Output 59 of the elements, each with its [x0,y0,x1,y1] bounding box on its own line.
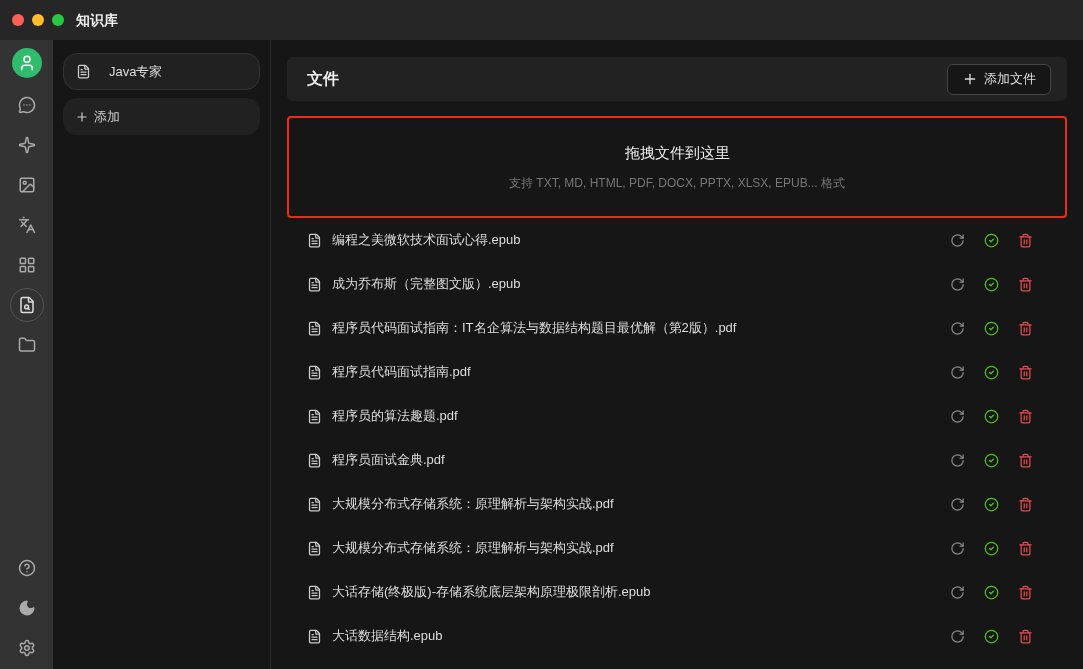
file-icon [307,452,322,468]
delete-icon[interactable] [1018,364,1033,380]
settings-icon[interactable] [17,639,36,657]
add-file-button[interactable]: 添加文件 [947,63,1051,95]
refresh-icon[interactable] [950,408,965,424]
delete-icon[interactable] [1018,320,1033,336]
file-icon [307,540,322,556]
refresh-icon[interactable] [950,276,965,292]
file-icon [307,584,322,600]
refresh-icon[interactable] [950,628,965,644]
drop-zone-hint: 支持 TXT, MD, HTML, PDF, DOCX, PPTX, XLSX, EPUB... 格式 [508,175,846,193]
delete-icon[interactable] [1018,628,1033,644]
knowledge-base-item[interactable]: Java专家 [63,53,260,90]
file-icon [307,496,322,512]
help-icon[interactable] [17,559,36,577]
avatar-icon[interactable] [11,48,42,78]
drop-zone-title: 拖拽文件到这里 [624,142,730,163]
file-icon [307,276,322,292]
delete-icon[interactable] [1018,408,1033,424]
file-icon [307,628,322,644]
file-icon [307,364,322,380]
maximize-window-icon[interactable] [52,14,64,26]
delete-icon[interactable] [1018,452,1033,468]
plus-icon [75,109,89,124]
file-name[interactable]: 程序员面试金典.pdf [332,450,950,470]
refresh-icon[interactable] [950,584,965,600]
document-icon [76,64,91,79]
refresh-icon[interactable] [950,540,965,556]
close-window-icon[interactable] [12,14,24,26]
refresh-icon[interactable] [950,364,965,380]
file-icon [307,408,322,424]
file-name[interactable]: 大规模分布式存储系统：原理解析与架构实战.pdf [332,538,950,558]
file-name[interactable]: 大规模分布式存储系统：原理解析与架构实战.pdf [332,494,950,514]
refresh-icon[interactable] [950,232,965,248]
drop-zone[interactable]: 拖拽文件到这里 支持 TXT, MD, HTML, PDF, DOCX, PPTX, XLSX, EPUB... 格式 [287,116,1067,218]
section-title: 文件 [307,69,339,89]
minimize-window-icon[interactable] [32,14,44,26]
window-title: 知识库 [76,10,118,30]
delete-icon[interactable] [1018,276,1033,292]
file-name[interactable]: 成为乔布斯（完整图文版）.epub [332,274,950,294]
refresh-icon[interactable] [950,320,965,336]
plus-icon [962,71,978,87]
refresh-icon[interactable] [950,452,965,468]
file-name[interactable]: 大话存储(终极版)-存储系统底层架构原理极限剖析.epub [332,582,950,602]
document-search-icon[interactable] [9,288,44,322]
delete-icon[interactable] [1018,540,1033,556]
add-knowledge-base-button[interactable]: 添加 [63,98,260,135]
file-name[interactable]: 程序员的算法趣题.pdf [332,406,950,426]
file-name[interactable]: 编程之美微软技术面试心得.epub [332,230,950,250]
file-name[interactable]: 程序员代码面试指南：IT名企算法与数据结构题目最优解（第2版）.pdf [332,318,950,338]
file-icon [307,320,322,336]
file-name[interactable]: 大话数据结构.epub [332,626,950,646]
delete-icon[interactable] [1018,232,1033,248]
file-name[interactable]: 程序员代码面试指南.pdf [332,362,950,382]
delete-icon[interactable] [1018,496,1033,512]
delete-icon[interactable] [1018,584,1033,600]
refresh-icon[interactable] [950,496,965,512]
moon-icon[interactable] [17,599,36,617]
file-icon [307,232,322,248]
